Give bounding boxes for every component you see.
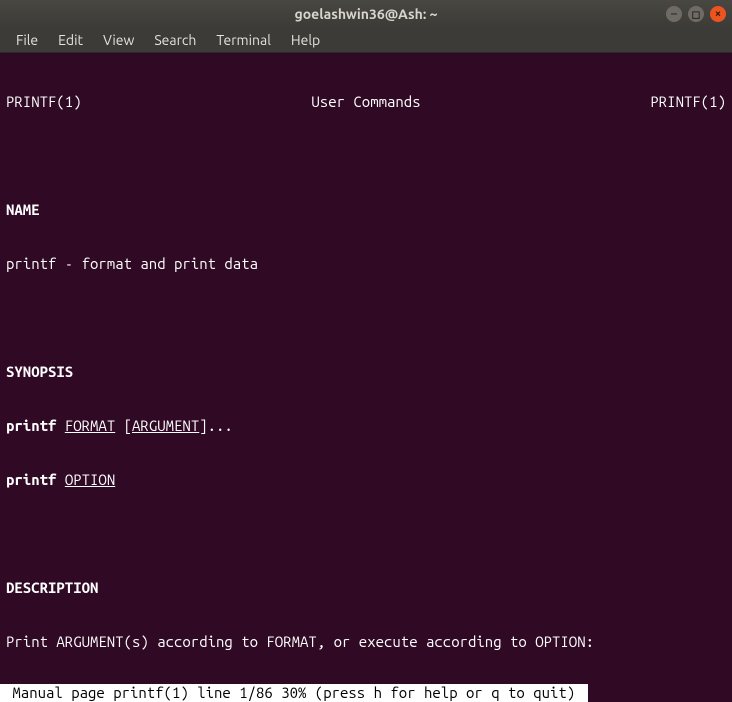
- syn-openbr: [: [115, 417, 132, 434]
- name-line: printf - format and print data: [0, 255, 732, 273]
- synopsis-line-1: printf FORMAT [ARGUMENT]...: [0, 417, 732, 435]
- blank-line: [0, 309, 732, 327]
- titlebar[interactable]: goelashwin36@Ash: ~ ‒ ◻ ×: [0, 0, 732, 28]
- maximize-button[interactable]: ◻: [688, 6, 704, 22]
- man-header-center: User Commands: [311, 93, 420, 111]
- menu-edit[interactable]: Edit: [50, 30, 91, 50]
- syn-printf: printf: [6, 471, 56, 488]
- synopsis-line-2: printf OPTION: [0, 471, 732, 489]
- syn-format: FORMAT: [65, 417, 115, 434]
- syn-argument: ARGUMENT: [132, 417, 199, 434]
- menu-help[interactable]: Help: [283, 30, 328, 50]
- man-header-right: PRINTF(1): [650, 93, 726, 111]
- menu-file[interactable]: File: [8, 30, 46, 50]
- close-button[interactable]: ×: [710, 6, 726, 22]
- desc-line: Print ARGUMENT(s) according to FORMAT, o…: [0, 633, 732, 651]
- menu-search[interactable]: Search: [146, 30, 204, 50]
- man-header: PRINTF(1) User Commands PRINTF(1): [0, 93, 732, 111]
- window-title: goelashwin36@Ash: ~: [0, 6, 732, 22]
- blank-line: [0, 147, 732, 165]
- menu-terminal[interactable]: Terminal: [208, 30, 279, 50]
- section-name: NAME: [0, 201, 732, 219]
- terminal-content[interactable]: PRINTF(1) User Commands PRINTF(1) NAME p…: [0, 53, 732, 702]
- syn-rest: ]...: [199, 417, 233, 434]
- section-description: DESCRIPTION: [0, 579, 732, 597]
- man-header-left: PRINTF(1): [6, 93, 82, 111]
- syn-option: OPTION: [65, 471, 115, 488]
- terminal-window: goelashwin36@Ash: ~ ‒ ◻ × File Edit View…: [0, 0, 732, 702]
- blank-line: [0, 525, 732, 543]
- minimize-button[interactable]: ‒: [666, 6, 682, 22]
- menu-view[interactable]: View: [95, 30, 142, 50]
- section-synopsis: SYNOPSIS: [0, 363, 732, 381]
- window-buttons: ‒ ◻ ×: [666, 6, 726, 22]
- man-status-bar: Manual page printf(1) line 1/86 30% (pre…: [0, 684, 588, 702]
- menubar: File Edit View Search Terminal Help: [0, 28, 732, 53]
- syn-printf: printf: [6, 417, 56, 434]
